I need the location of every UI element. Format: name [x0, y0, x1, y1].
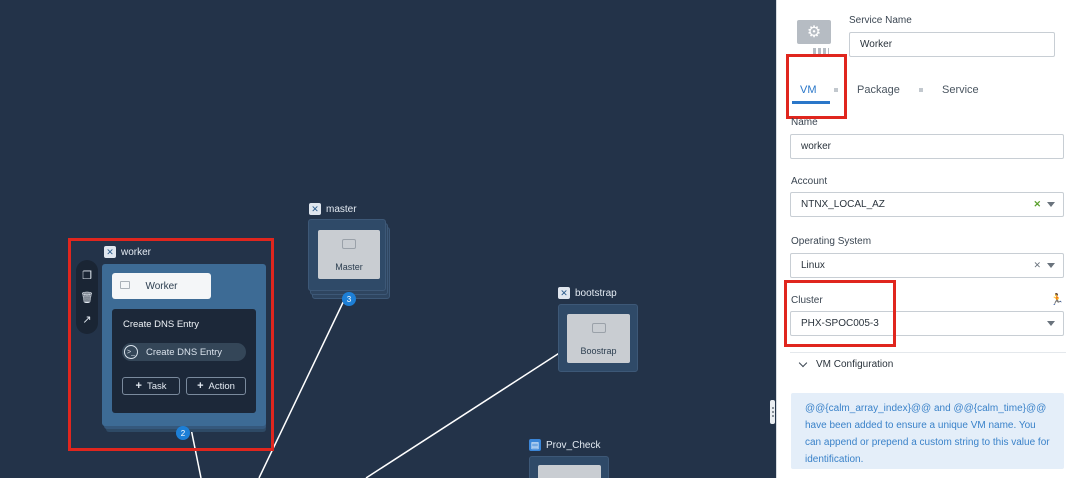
vm-configuration-label: VM Configuration — [816, 359, 894, 370]
list-icon: ▤ — [529, 439, 541, 451]
nutanix-logo-icon: ✕ — [1033, 199, 1041, 209]
tab-separator — [919, 88, 923, 92]
account-value: NTNX_LOCAL_AZ — [801, 199, 885, 210]
tab-service[interactable]: Service — [942, 84, 979, 96]
replica-count-badge: 3 — [342, 292, 356, 306]
nutanix-icon: ✕ — [558, 287, 570, 299]
highlight-box-cluster — [784, 280, 896, 347]
gear-icon: ⚙ — [797, 20, 831, 44]
vm-tile-prov-check[interactable] — [538, 465, 601, 478]
service-label-master[interactable]: ✕ master — [309, 203, 357, 215]
vm-name-input[interactable]: worker — [790, 134, 1064, 159]
chevron-down-icon — [1047, 321, 1055, 326]
os-select[interactable]: Linux ✕ — [790, 253, 1064, 278]
service-name-prov-check: Prov_Check — [546, 439, 601, 451]
runtime-icon[interactable]: 🏃 — [1050, 293, 1064, 306]
account-select[interactable]: NTNX_LOCAL_AZ ✕ — [790, 192, 1064, 217]
vm-tile-master[interactable]: Master — [318, 230, 380, 279]
chevron-down-icon — [1047, 202, 1055, 207]
name-label: Name — [791, 117, 818, 128]
vm-tile-bootstrap[interactable]: Boostrap — [567, 314, 630, 363]
service-card-master[interactable]: Master — [308, 219, 390, 299]
vm-tile-label: Boostrap — [580, 346, 617, 356]
highlight-box-vm-tab — [786, 54, 847, 119]
vm-icon — [591, 323, 606, 333]
service-name-value: Worker — [860, 39, 893, 50]
highlight-box-worker — [68, 238, 274, 451]
clear-icon[interactable]: ✕ — [1033, 260, 1041, 271]
account-label: Account — [791, 176, 828, 187]
info-banner: @@{calm_array_index}@@ and @@{calm_time}… — [791, 393, 1064, 469]
vm-tile-label: Master — [335, 262, 363, 272]
vm-icon — [342, 239, 356, 249]
section-divider — [790, 352, 1066, 353]
service-label-prov-check[interactable]: ▤ Prov_Check — [529, 439, 600, 451]
nutanix-icon: ✕ — [309, 203, 321, 215]
blueprint-canvas[interactable]: ✕ master Master 3 ✕ bootstrap Boostrap ▤… — [0, 0, 776, 478]
vm-name-value: worker — [801, 141, 832, 152]
chevron-down-icon — [798, 358, 808, 368]
os-value: Linux — [801, 260, 825, 271]
service-name-bootstrap: bootstrap — [575, 287, 617, 299]
service-name-master: master — [326, 203, 357, 215]
panel-resize-handle[interactable] — [770, 400, 775, 424]
service-name-label: Service Name — [849, 15, 912, 26]
vm-configuration-toggle[interactable]: VM Configuration — [798, 358, 894, 370]
chevron-down-icon — [1047, 263, 1055, 268]
tab-package[interactable]: Package — [857, 84, 900, 96]
os-label: Operating System — [791, 236, 872, 247]
service-name-input[interactable]: Worker — [849, 32, 1055, 57]
service-label-bootstrap[interactable]: ✕ bootstrap — [558, 287, 617, 299]
